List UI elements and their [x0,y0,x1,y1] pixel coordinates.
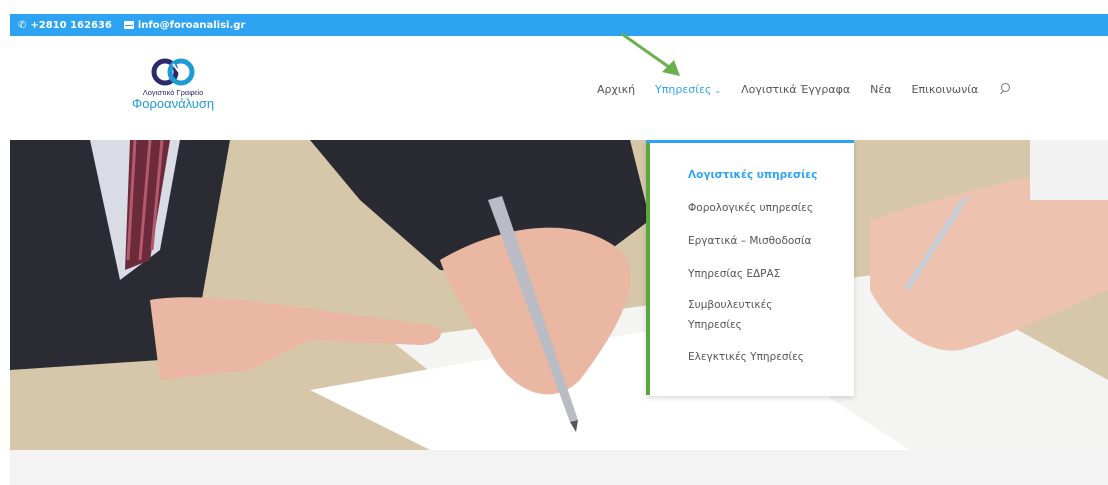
nav-item-services[interactable]: Υπηρεσίες ⌄ [655,83,721,96]
nav-label: Επικοινωνία [911,82,979,96]
hero-image [10,140,1108,450]
email-contact[interactable]: info@foroanalisi.gr [123,19,246,31]
phone-icon: ✆ [18,19,27,31]
highlight-bar [646,143,650,395]
chevron-down-icon: ⌄ [714,85,722,95]
services-dropdown: Λογιστικές υπηρεσίες Φορολογικές υπηρεσί… [646,140,854,396]
nav-label: Νέα [870,82,892,96]
site-logo[interactable]: Λογιστικό Γραφείο Φοροανάλυση [108,58,238,118]
nav-label: Αρχική [597,82,636,96]
annotation-arrow-icon [621,32,680,76]
dropdown-item-tax[interactable]: Φορολογικές υπηρεσίες [688,200,854,233]
logo-title: Φοροανάλυση [131,96,215,111]
search-icon[interactable] [998,82,1012,96]
phone-contact[interactable]: ✆ +2810 162636 [18,20,112,31]
hero-illustration [10,140,1108,450]
dropdown-item-accounting[interactable]: Λογιστικές υπηρεσίες [688,167,854,200]
main-nav: Αρχική Υπηρεσίες ⌄ Λογιστικά Έγγραφα Νέα … [597,82,1012,96]
nav-item-home[interactable]: Αρχική [597,83,635,96]
site-header: Λογιστικό Γραφείο Φοροανάλυση Αρχική Υπη… [10,36,1108,140]
nav-item-documents[interactable]: Λογιστικά Έγγραφα [741,83,850,96]
mail-icon [123,21,134,29]
top-contact-bar: ✆ +2810 162636 info@foroanalisi.gr [10,14,1108,36]
logo-mark-icon [151,58,195,86]
nav-label: Λογιστικά Έγγραφα [741,82,851,96]
content-strip [10,450,1108,485]
phone-number: +2810 162636 [30,19,112,31]
dropdown-item-consulting[interactable]: Συμβουλευτικές Υπηρεσίες [688,295,798,349]
email-address: info@foroanalisi.gr [137,19,246,31]
dropdown-item-audit[interactable]: Ελεγκτικές Υπηρεσίες [688,349,854,382]
nav-label: Υπηρεσίες [655,82,712,96]
nav-item-news[interactable]: Νέα [870,83,891,96]
nav-item-contact[interactable]: Επικοινωνία [912,83,979,96]
dropdown-item-payroll[interactable]: Εργατικά – Μισθοδοσία [688,233,854,266]
